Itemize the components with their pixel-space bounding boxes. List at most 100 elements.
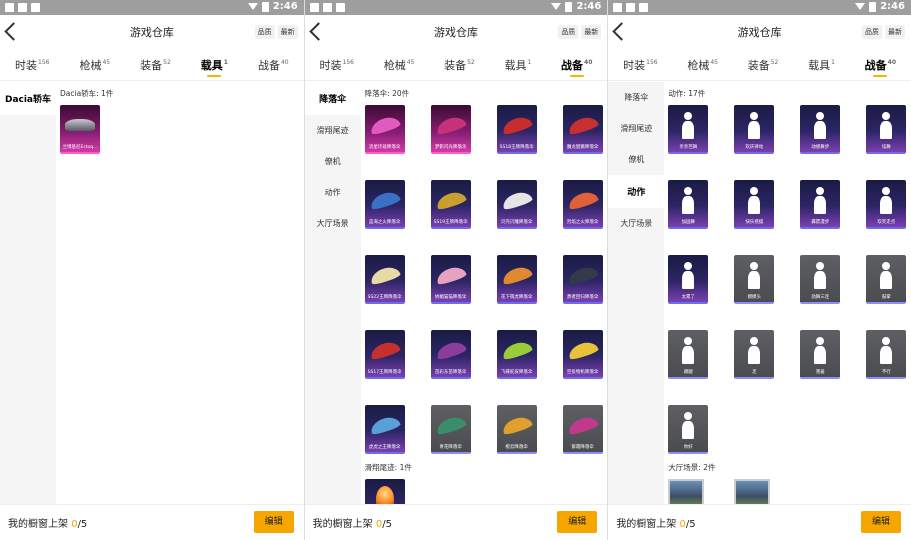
notification-icon <box>309 3 319 12</box>
sort-quality-button[interactable]: 品质 <box>861 25 882 39</box>
notification-icon <box>18 3 27 12</box>
tab-vehicles[interactable]: 载具1 <box>806 51 837 79</box>
tab-equipment[interactable]: 装备52 <box>442 51 477 79</box>
tab-weapons[interactable]: 枪械45 <box>685 51 720 79</box>
sidebar-item-emote[interactable]: 动作 <box>608 175 665 208</box>
item-card[interactable]: 勇者回归降落伞 <box>562 255 603 304</box>
item-card[interactable]: 劲舞三连 <box>800 255 841 304</box>
item-card[interactable]: 紫霞降落伞 <box>562 405 603 454</box>
item-card[interactable]: 虎虎之王降落伞 <box>364 405 405 454</box>
edit-button[interactable]: 编辑 <box>860 511 901 533</box>
edit-button[interactable]: 编辑 <box>557 511 598 533</box>
item-card[interactable]: 霹雳漫步 <box>800 180 841 229</box>
item-list: Dacia轿车: 1件 兰博基尼Estoq... <box>56 82 304 504</box>
sort-latest-button[interactable]: 最新 <box>581 25 602 39</box>
parachute-icon <box>566 413 599 436</box>
item-card[interactable] <box>364 479 405 504</box>
trail-icon <box>375 485 394 504</box>
tab-combat-gear[interactable]: 战备40 <box>863 51 898 79</box>
item-card[interactable]: 不行 <box>866 330 907 379</box>
page-title: 游戏仓库 <box>129 26 174 39</box>
tab-fashion[interactable]: 时装156 <box>13 51 51 79</box>
item-card[interactable]: 摸摸头 <box>734 255 775 304</box>
showcase-label: 我的橱窗上架 0/5 <box>312 519 392 530</box>
item-card[interactable]: 太累了 <box>668 255 709 304</box>
tab-vehicles[interactable]: 载具1 <box>502 51 533 79</box>
item-card[interactable]: 欢庆律动 <box>734 105 775 154</box>
sidebar-item-parachute[interactable]: 降落伞 <box>608 82 664 113</box>
parachute-icon <box>368 263 401 286</box>
parachute-icon <box>368 188 401 211</box>
parachute-icon <box>368 338 401 361</box>
item-card[interactable]: 踢腿 <box>668 330 709 379</box>
battery-icon <box>869 1 877 12</box>
back-arrow-icon[interactable] <box>4 22 16 42</box>
sort-latest-button[interactable]: 最新 <box>277 25 298 39</box>
tab-combat-gear[interactable]: 战备40 <box>256 51 291 79</box>
item-card[interactable]: 魔龙猖獗降落伞 <box>562 105 603 154</box>
sidebar-item-emote[interactable]: 动作 <box>305 177 361 208</box>
sidebar-item-lobby-scene[interactable]: 大厅场景 <box>608 208 664 239</box>
tab-vehicles[interactable]: 载具1 <box>199 51 230 79</box>
lobby-scene-thumb[interactable] <box>668 479 705 504</box>
item-card[interactable]: 蓝海之火降落伞 <box>364 180 405 229</box>
item-card[interactable]: 亲亲芭舞 <box>668 105 709 154</box>
item-card[interactable]: 流星玲珑降落伞 <box>364 105 405 154</box>
item-card[interactable]: 害羞 <box>800 330 841 379</box>
sidebar-item-glide-trail[interactable]: 滑翔尾迹 <box>608 113 664 144</box>
tab-equipment[interactable]: 装备52 <box>746 51 781 79</box>
item-card[interactable]: 花下萌虎降落伞 <box>496 255 537 304</box>
item-card[interactable]: 贝壳贝雕降落伞 <box>496 180 537 229</box>
sort-quality-button[interactable]: 品质 <box>558 25 579 39</box>
wifi-icon <box>247 3 258 10</box>
edit-button[interactable]: 编辑 <box>253 511 294 533</box>
item-card[interactable]: 兰博基尼Estoq... <box>60 105 100 154</box>
item-card[interactable]: 鼓掌 <box>866 255 907 304</box>
tab-weapons[interactable]: 枪械45 <box>77 51 112 79</box>
sidebar-item-dacia[interactable]: Dacia轿车 <box>0 82 56 115</box>
item-card[interactable]: SS22王牌降落伞 <box>364 255 405 304</box>
item-card[interactable]: 欢笑走点 <box>866 180 907 229</box>
clock: 2:46 <box>880 1 905 12</box>
item-card[interactable]: 快乐摇摆 <box>734 180 775 229</box>
item-card[interactable]: 空投物机降落伞 <box>562 330 603 379</box>
item-card[interactable]: 动感舞步 <box>800 105 841 154</box>
item-card[interactable]: 青花降落伞 <box>430 405 471 454</box>
sidebar-item-wingman[interactable]: 僚机 <box>305 146 361 177</box>
sidebar-item-lobby-scene[interactable]: 大厅场景 <box>305 208 361 239</box>
status-bar: 2:46 <box>0 0 304 15</box>
tab-fashion[interactable]: 时装156 <box>621 51 659 79</box>
item-card[interactable]: 走 <box>734 330 775 379</box>
item-card[interactable]: 梦影闪光降落伞 <box>430 105 471 154</box>
tab-weapons[interactable]: 枪械45 <box>382 51 417 79</box>
lobby-scene-thumb[interactable] <box>734 479 771 504</box>
item-card[interactable]: 烈焰之火降落伞 <box>562 180 603 229</box>
item-card[interactable]: 炫舞 <box>866 105 907 154</box>
tab-fashion[interactable]: 时装156 <box>318 51 356 79</box>
parachute-icon <box>500 413 533 436</box>
tab-equipment[interactable]: 装备52 <box>138 51 173 79</box>
item-card[interactable]: SS17王牌降落伞 <box>364 330 405 379</box>
item-card[interactable]: 加固舞 <box>668 180 709 229</box>
item-card[interactable]: SS19王牌降落伞 <box>430 180 471 229</box>
sidebar-item-wingman[interactable]: 僚机 <box>608 144 664 175</box>
item-card[interactable]: 橙云降落伞 <box>496 405 537 454</box>
sidebar-item-parachute[interactable]: 降落伞 <box>304 82 361 115</box>
sort-quality-button[interactable]: 品质 <box>254 25 275 39</box>
sort-latest-button[interactable]: 最新 <box>884 25 905 39</box>
parachute-icon <box>566 263 599 286</box>
item-card[interactable]: 飞碟蛇皮降落伞 <box>496 330 537 379</box>
item-card[interactable]: 苗彩东苗降落伞 <box>430 330 471 379</box>
sidebar: 降落伞 滑翔尾迹 僚机 动作 大厅场景 <box>304 82 361 504</box>
back-arrow-icon[interactable] <box>309 22 321 42</box>
screen-emotes: 2:46 游戏仓库 品质 最新 时装156 枪械45 装备52 载具1 战备40… <box>607 0 911 540</box>
tab-combat-gear[interactable]: 战备40 <box>559 51 594 79</box>
showcase-bar: 我的橱窗上架 0/5 编辑 <box>0 504 304 540</box>
showcase-label: 我的橱窗上架 0/5 <box>8 519 88 530</box>
item-card[interactable]: SS18王牌降落伞 <box>496 105 537 154</box>
car-icon <box>65 118 95 131</box>
back-arrow-icon[interactable] <box>612 22 624 42</box>
item-card[interactable]: 娇媚猫猫降落伞 <box>430 255 471 304</box>
item-card[interactable]: 你好 <box>668 405 709 454</box>
sidebar-item-glide-trail[interactable]: 滑翔尾迹 <box>305 115 361 146</box>
